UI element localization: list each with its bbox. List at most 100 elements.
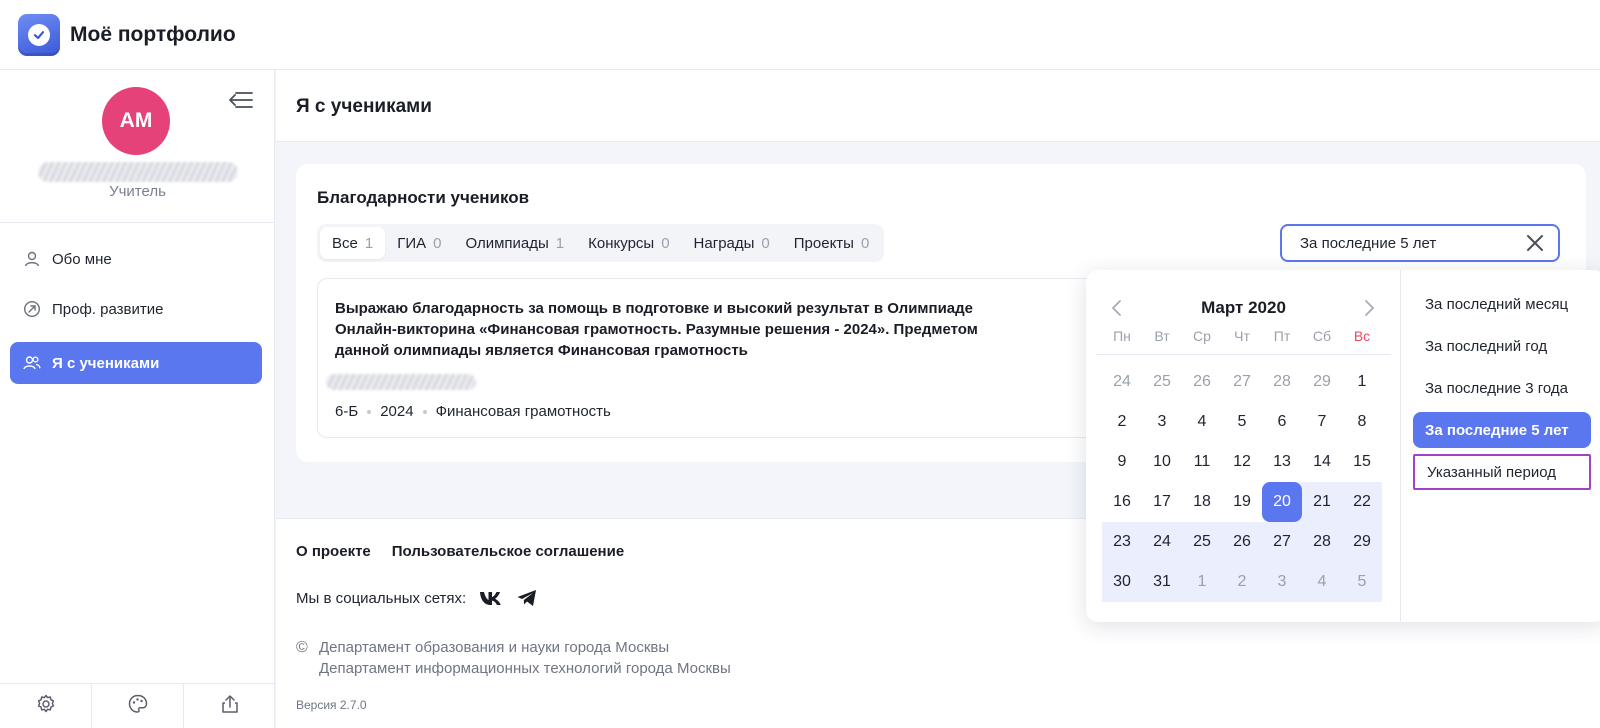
- settings-button[interactable]: [0, 684, 92, 728]
- calendar-day[interactable]: 27: [1262, 522, 1302, 562]
- separator-dot: [367, 409, 372, 414]
- calendar-day[interactable]: 1: [1182, 562, 1222, 602]
- calendar-day[interactable]: 8: [1342, 402, 1382, 442]
- sidebar-item-with-students[interactable]: Я с учениками: [10, 342, 262, 384]
- user-icon: [23, 250, 41, 268]
- calendar-day[interactable]: 3: [1262, 562, 1302, 602]
- calendar-day[interactable]: 14: [1302, 442, 1342, 482]
- calendar-day[interactable]: 4: [1302, 562, 1342, 602]
- tab-count: 0: [761, 234, 770, 252]
- tab-contests[interactable]: Конкурсы 0: [576, 227, 681, 259]
- weekday-label: Пн: [1113, 328, 1131, 344]
- about-link[interactable]: О проекте: [296, 543, 371, 560]
- calendar-day[interactable]: 11: [1182, 442, 1222, 482]
- collapse-sidebar-icon[interactable]: [226, 88, 256, 112]
- page-title: Я с учениками: [296, 96, 432, 117]
- user-role: Учитель: [109, 183, 166, 200]
- calendar-day[interactable]: 12: [1222, 442, 1262, 482]
- copyright-icon: ©: [296, 639, 308, 656]
- class-label: 6-Б: [335, 403, 359, 420]
- weekday-label: Вс: [1353, 328, 1371, 344]
- calendar-day[interactable]: 30: [1102, 562, 1142, 602]
- calendar-day[interactable]: 24: [1102, 362, 1142, 402]
- calendar-day[interactable]: 23: [1102, 522, 1142, 562]
- preset-last-month[interactable]: За последний месяц: [1413, 286, 1591, 322]
- period-filter-input[interactable]: За последние 5 лет: [1280, 224, 1560, 262]
- calendar-day[interactable]: 6: [1262, 402, 1302, 442]
- calendar-day[interactable]: 22: [1342, 482, 1382, 522]
- calendar-day[interactable]: 29: [1302, 362, 1342, 402]
- calendar-day[interactable]: 27: [1222, 362, 1262, 402]
- social-label: Мы в социальных сетях:: [296, 589, 467, 607]
- calendar-day[interactable]: 24: [1142, 522, 1182, 562]
- sidebar-item-prof-development[interactable]: Проф. развитие: [10, 288, 262, 330]
- tab-label: Конкурсы: [588, 234, 655, 252]
- weekday-label: Чт: [1234, 328, 1250, 344]
- calendar-day[interactable]: 18: [1182, 482, 1222, 522]
- calendar-day[interactable]: 15: [1342, 442, 1382, 482]
- calendar-day[interactable]: 28: [1262, 362, 1302, 402]
- calendar-day[interactable]: 26: [1222, 522, 1262, 562]
- tab-projects[interactable]: Проекты 0: [782, 227, 882, 259]
- calendar-day[interactable]: 20: [1262, 482, 1302, 522]
- tab-label: Награды: [693, 234, 755, 252]
- tab-all[interactable]: Все 1: [320, 227, 386, 259]
- sidebar-item-label: Я с учениками: [52, 354, 160, 372]
- calendar-day[interactable]: 2: [1222, 562, 1262, 602]
- preset-last-5-years[interactable]: За последние 5 лет: [1413, 412, 1591, 448]
- calendar-day[interactable]: 1: [1342, 362, 1382, 402]
- top-header: Моё портфолио: [0, 0, 1600, 70]
- calendar-day[interactable]: 19: [1222, 482, 1262, 522]
- calendar-day[interactable]: 21: [1302, 482, 1342, 522]
- share-icon: [219, 693, 241, 720]
- year-label: 2024: [380, 403, 414, 420]
- period-filter-value: За последние 5 лет: [1300, 234, 1437, 252]
- calendar-day[interactable]: 4: [1182, 402, 1222, 442]
- gratitude-meta: 6-Б 2024 Финансовая грамотность: [335, 403, 611, 420]
- calendar-day[interactable]: 13: [1262, 442, 1302, 482]
- sidebar-item-about-me[interactable]: Обо мне: [10, 238, 262, 280]
- calendar-day[interactable]: 5: [1342, 562, 1382, 602]
- calendar-day[interactable]: 25: [1142, 362, 1182, 402]
- calendar-day[interactable]: 9: [1102, 442, 1142, 482]
- agreement-link[interactable]: Пользовательское соглашение: [392, 543, 624, 560]
- tab-gia[interactable]: ГИА 0: [385, 227, 453, 259]
- gratitude-item[interactable]: Выражаю благодарность за помощь в подгот…: [317, 278, 1097, 438]
- tab-count: 1: [555, 234, 565, 252]
- tab-awards[interactable]: Награды 0: [682, 227, 782, 259]
- sidebar-item-label: Обо мне: [52, 250, 112, 268]
- period-dropdown: Март 2020 Пн Вт Ср Чт Пт Сб Вс 24 25 26 27 28 29 1 2 3…: [1086, 270, 1600, 622]
- preset-custom-period[interactable]: Указанный период: [1413, 454, 1591, 490]
- calendar-day[interactable]: 16: [1102, 482, 1142, 522]
- copyright-line: Департамент образования и науки города М…: [319, 639, 670, 656]
- calendar-day[interactable]: 28: [1302, 522, 1342, 562]
- preset-last-year[interactable]: За последний год: [1413, 328, 1591, 364]
- app-logo-icon[interactable]: [18, 13, 60, 56]
- calendar-day[interactable]: 26: [1182, 362, 1222, 402]
- tab-count: 0: [661, 234, 670, 252]
- calendar-day[interactable]: 3: [1142, 402, 1182, 442]
- vk-icon[interactable]: [479, 590, 503, 606]
- avatar[interactable]: АМ: [102, 87, 170, 155]
- share-button[interactable]: [184, 684, 275, 728]
- calendar-day[interactable]: 17: [1142, 482, 1182, 522]
- separator-dot: [422, 409, 427, 414]
- calendar-day[interactable]: 29: [1342, 522, 1382, 562]
- telegram-icon[interactable]: [516, 589, 538, 607]
- sidebar-item-label: Проф. развитие: [52, 300, 164, 318]
- tab-label: Все: [332, 234, 358, 252]
- chevron-right-icon[interactable]: [1362, 298, 1378, 318]
- calendar-day[interactable]: 5: [1222, 402, 1262, 442]
- theme-button[interactable]: [92, 684, 184, 728]
- preset-last-3-years[interactable]: За последние 3 года: [1413, 370, 1591, 406]
- calendar-day[interactable]: 7: [1302, 402, 1342, 442]
- close-icon[interactable]: [1526, 234, 1544, 252]
- weekday-label: Вт: [1154, 328, 1170, 344]
- calendar-day[interactable]: 25: [1182, 522, 1222, 562]
- calendar-divider: [1096, 354, 1391, 355]
- student-name-blurred: [326, 374, 476, 390]
- calendar-day[interactable]: 31: [1142, 562, 1182, 602]
- calendar-day[interactable]: 2: [1102, 402, 1142, 442]
- calendar-day[interactable]: 10: [1142, 442, 1182, 482]
- tab-olympiads[interactable]: Олимпиады 1: [453, 227, 576, 259]
